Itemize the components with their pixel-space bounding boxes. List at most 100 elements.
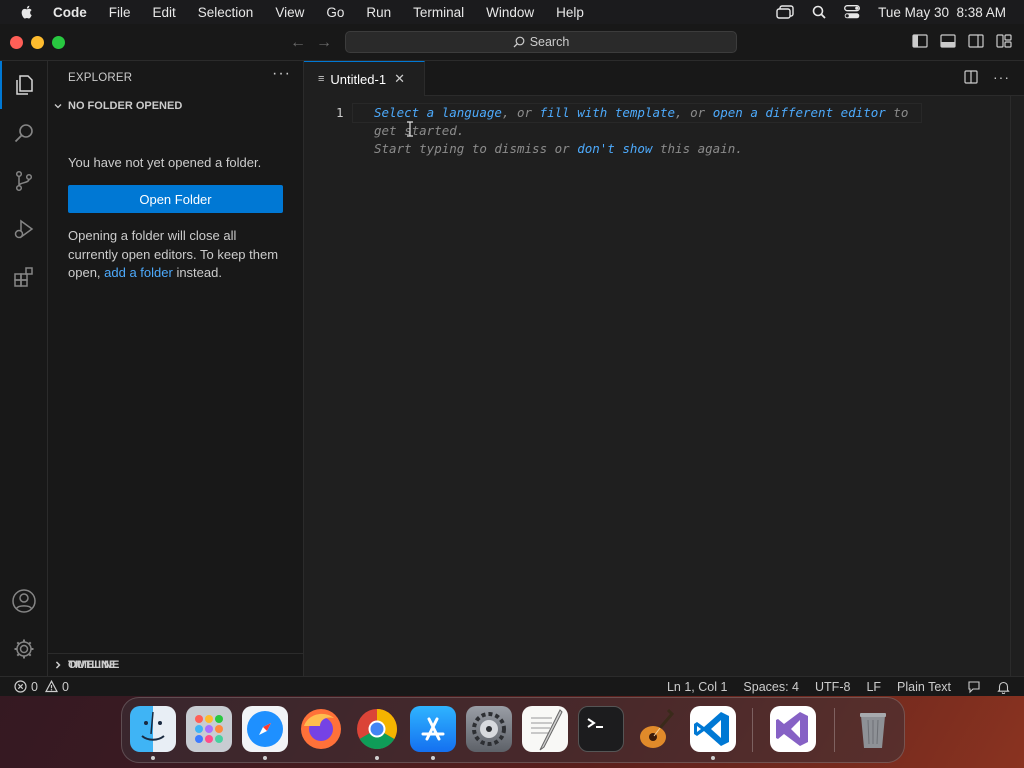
tab-untitled-1[interactable]: ≡ Untitled-1 ✕ — [304, 61, 425, 96]
menubar-datetime[interactable]: Tue May 30 8:38 AM — [878, 5, 1006, 20]
apple-icon[interactable] — [19, 4, 35, 20]
indentation[interactable]: Spaces: 4 — [743, 680, 799, 694]
editor-actions: ··· — [963, 69, 1010, 85]
menu-selection[interactable]: Selection — [198, 5, 254, 20]
explorer-sidebar: EXPLORER ··· NO FOLDER OPENED You have n… — [48, 61, 304, 676]
chrome-icon[interactable] — [354, 706, 400, 752]
open-different-editor-link[interactable]: open a different editor — [713, 105, 886, 120]
forward-arrow-icon[interactable]: → — [316, 34, 332, 52]
cursor-position[interactable]: Ln 1, Col 1 — [667, 680, 727, 694]
trash-icon[interactable] — [850, 706, 896, 752]
dont-show-link[interactable]: don't show — [577, 141, 652, 156]
macos-menubar: Code File Edit Selection View Go Run Ter… — [0, 0, 1024, 24]
system-settings-icon[interactable] — [466, 706, 512, 752]
open-folder-button[interactable]: Open Folder — [68, 185, 283, 213]
extensions-activity[interactable] — [0, 253, 48, 301]
customize-layout-icon[interactable] — [996, 34, 1012, 48]
bell-icon[interactable] — [997, 680, 1010, 694]
navigation-arrows: ← → — [290, 34, 332, 52]
control-center-icon[interactable] — [844, 5, 861, 19]
command-center-search[interactable]: Search — [345, 31, 737, 53]
toggle-panel-icon[interactable] — [940, 34, 956, 48]
search-label: Search — [529, 35, 570, 49]
menu-view[interactable]: View — [275, 5, 304, 20]
more-editor-actions-icon[interactable]: ··· — [993, 69, 1010, 85]
timeline-section-header[interactable]: TIMELINE — [48, 653, 303, 675]
dock-separator — [752, 708, 753, 752]
finder-icon[interactable] — [130, 706, 176, 752]
manage-activity[interactable] — [0, 625, 48, 673]
firefox-icon[interactable] — [298, 706, 344, 752]
gear-icon — [14, 639, 34, 659]
close-tab-icon[interactable]: ✕ — [394, 71, 405, 87]
stage-manager-icon[interactable] — [776, 5, 794, 19]
vscode-icon[interactable] — [690, 706, 736, 752]
chrome-running-dot — [375, 756, 379, 760]
visual-studio-icon[interactable] — [770, 706, 816, 752]
fill-template-link[interactable]: fill with template — [540, 105, 675, 120]
chevron-right-icon — [48, 660, 68, 670]
split-editor-icon[interactable] — [963, 69, 979, 85]
feedback-icon[interactable] — [967, 680, 981, 694]
menu-terminal[interactable]: Terminal — [413, 5, 464, 20]
menu-edit[interactable]: Edit — [153, 5, 176, 20]
source-control-activity[interactable] — [0, 157, 48, 205]
menu-app-name[interactable]: Code — [53, 5, 87, 20]
menu-file[interactable]: File — [109, 5, 131, 20]
launchpad-icon[interactable] — [186, 706, 232, 752]
run-debug-icon — [14, 219, 34, 239]
editor-area: ≡ Untitled-1 ✕ ··· 1 Select a language, … — [304, 61, 1024, 676]
terminal-icon[interactable] — [578, 706, 624, 752]
zoom-window-button[interactable] — [52, 36, 65, 49]
problems-indicator[interactable]: 0 0 — [14, 680, 69, 694]
spotlight-search-icon[interactable] — [812, 5, 826, 19]
minimize-window-button[interactable] — [31, 36, 44, 49]
search-activity[interactable] — [0, 109, 48, 157]
warning-icon — [44, 680, 58, 693]
folder-info-text: Opening a folder will close all currentl… — [68, 227, 283, 283]
account-icon — [12, 589, 36, 613]
line-number: 1 — [336, 105, 344, 120]
back-arrow-icon[interactable]: ← — [290, 34, 306, 52]
toggle-secondary-sidebar-icon[interactable] — [968, 34, 984, 48]
error-count: 0 — [31, 679, 38, 694]
no-folder-section-header[interactable]: NO FOLDER OPENED — [48, 95, 303, 117]
garageband-icon[interactable] — [634, 706, 680, 752]
hint-sep: , or — [675, 105, 713, 120]
menu-help[interactable]: Help — [556, 5, 584, 20]
safari-icon[interactable] — [242, 706, 288, 752]
sidebar-title: EXPLORER — [68, 72, 133, 84]
add-folder-link[interactable]: add a folder — [104, 265, 173, 280]
search-icon — [513, 36, 525, 48]
timeline-label: TIMELINE — [68, 658, 120, 671]
editor-scrollbar[interactable] — [1010, 96, 1024, 676]
text-cursor-icon — [407, 121, 413, 137]
menu-go[interactable]: Go — [326, 5, 344, 20]
end-of-line[interactable]: LF — [866, 680, 881, 694]
source-control-icon — [15, 170, 33, 192]
close-window-button[interactable] — [10, 36, 23, 49]
file-lines-icon: ≡ — [318, 73, 325, 85]
tab-bar: ≡ Untitled-1 ✕ ··· — [304, 61, 1024, 96]
menu-run[interactable]: Run — [366, 5, 391, 20]
window-controls — [10, 36, 65, 49]
select-language-link[interactable]: Select a language — [374, 105, 502, 120]
menu-window[interactable]: Window — [486, 5, 534, 20]
hint-sep: , or — [501, 105, 540, 120]
warning-count: 0 — [61, 679, 69, 694]
toggle-primary-sidebar-icon[interactable] — [912, 34, 928, 48]
run-debug-activity[interactable] — [0, 205, 48, 253]
section-title: NO FOLDER OPENED — [68, 100, 183, 112]
app-store-icon[interactable] — [410, 706, 456, 752]
textedit-icon[interactable] — [522, 706, 568, 752]
explorer-activity[interactable] — [0, 61, 48, 109]
language-mode[interactable]: Plain Text — [897, 680, 951, 694]
layout-controls — [912, 34, 1012, 48]
encoding[interactable]: UTF-8 — [815, 680, 850, 694]
more-actions-icon[interactable]: ··· — [272, 65, 291, 83]
files-icon — [16, 75, 33, 95]
status-bar: 0 0 Ln 1, Col 1 Spaces: 4 UTF-8 LF Plain… — [0, 676, 1024, 696]
no-folder-message: You have not yet opened a folder. — [68, 155, 262, 170]
macos-dock — [121, 697, 905, 763]
accounts-activity[interactable] — [0, 577, 48, 625]
